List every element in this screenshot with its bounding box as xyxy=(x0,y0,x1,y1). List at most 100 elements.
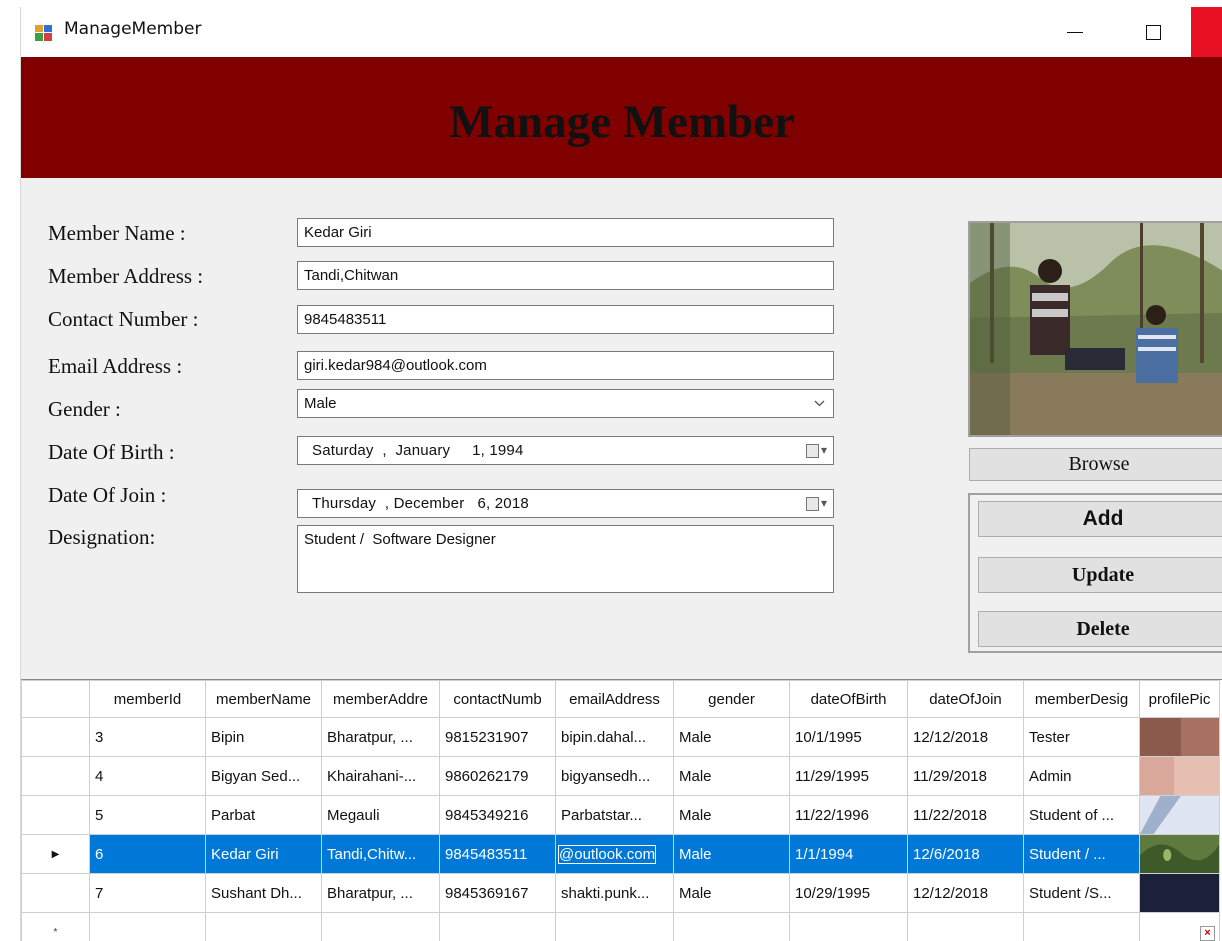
title-bar[interactable]: ManageMember xyxy=(21,7,1222,57)
cell[interactable]: 11/22/2018 xyxy=(907,795,1024,835)
cell[interactable]: Khairahani-... xyxy=(321,756,440,796)
cell[interactable]: Bigyan Sed... xyxy=(205,756,322,796)
cell[interactable]: 9845369167 xyxy=(439,873,556,913)
cell[interactable]: 9860262179 xyxy=(439,756,556,796)
cell[interactable]: × xyxy=(1139,912,1220,941)
cell[interactable]: 12/12/2018 xyxy=(907,873,1024,913)
cell[interactable]: Student /S... xyxy=(1023,873,1140,913)
add-button[interactable]: Add xyxy=(978,501,1222,537)
table-row[interactable]: 7 Sushant Dh... Bharatpur, ... 984536916… xyxy=(21,873,1220,913)
profile-pic-thumbnail[interactable] xyxy=(1139,717,1220,757)
profile-pic-thumbnail[interactable] xyxy=(1139,834,1220,874)
cell[interactable]: bipin.dahal... xyxy=(555,717,674,757)
maximize-button[interactable] xyxy=(1123,7,1183,57)
cell[interactable] xyxy=(439,912,556,941)
column-header[interactable]: profilePic xyxy=(1139,680,1220,718)
cell[interactable] xyxy=(321,912,440,941)
column-header[interactable]: gender xyxy=(673,680,790,718)
cell[interactable]: Student / ... xyxy=(1023,834,1140,874)
column-header[interactable]: dateOfJoin xyxy=(907,680,1024,718)
cell[interactable]: Student of ... xyxy=(1023,795,1140,835)
row-header[interactable] xyxy=(21,873,90,913)
cell[interactable]: Tester xyxy=(1023,717,1140,757)
cell[interactable]: Sushant Dh... xyxy=(205,873,322,913)
update-button[interactable]: Update xyxy=(978,557,1222,593)
calendar-dropdown-icon[interactable]: ▾ xyxy=(805,490,827,517)
cell[interactable]: 9845349216 xyxy=(439,795,556,835)
cell[interactable]: Bipin xyxy=(205,717,322,757)
cell[interactable] xyxy=(1023,912,1140,941)
row-header-corner[interactable] xyxy=(21,680,90,718)
profile-pic-thumbnail[interactable] xyxy=(1139,756,1220,796)
row-header[interactable] xyxy=(21,717,90,757)
profile-pic-thumbnail[interactable] xyxy=(1139,795,1220,835)
close-button[interactable] xyxy=(1191,7,1222,57)
cell[interactable]: 10/29/1995 xyxy=(789,873,908,913)
profile-pic-thumbnail[interactable] xyxy=(1139,873,1220,913)
column-header[interactable]: contactNumb xyxy=(439,680,556,718)
cell[interactable]: Admin xyxy=(1023,756,1140,796)
cell[interactable]: 10/1/1995 xyxy=(789,717,908,757)
row-header[interactable] xyxy=(21,756,90,796)
cell[interactable]: shakti.punk... xyxy=(555,873,674,913)
cell[interactable]: 11/22/1996 xyxy=(789,795,908,835)
column-header[interactable]: memberDesig xyxy=(1023,680,1140,718)
cell[interactable] xyxy=(205,912,322,941)
current-row-indicator[interactable]: ▶ xyxy=(21,834,90,874)
cell[interactable] xyxy=(673,912,790,941)
member-address-input[interactable]: Tandi,Chitwan xyxy=(297,261,834,290)
row-header[interactable] xyxy=(21,795,90,835)
cell[interactable]: 9845483511 xyxy=(439,834,556,874)
cell[interactable]: Bharatpur, ... xyxy=(321,873,440,913)
minimize-button[interactable] xyxy=(1045,7,1105,57)
cell[interactable]: Male xyxy=(673,795,790,835)
cell[interactable]: Male xyxy=(673,873,790,913)
cell[interactable]: 6 xyxy=(89,834,206,874)
cell[interactable]: Male xyxy=(673,756,790,796)
chevron-down-icon[interactable] xyxy=(814,390,825,417)
table-row[interactable]: 5 Parbat Megauli 9845349216 Parbatstar..… xyxy=(21,795,1220,835)
cell[interactable]: Parbatstar... xyxy=(555,795,674,835)
cell[interactable] xyxy=(555,912,674,941)
cell[interactable]: 3 xyxy=(89,717,206,757)
new-row[interactable]: * × xyxy=(21,912,1220,941)
calendar-dropdown-icon[interactable]: ▾ xyxy=(805,437,827,464)
delete-button[interactable]: Delete xyxy=(978,611,1222,647)
new-row-indicator[interactable]: * xyxy=(21,912,90,941)
cell[interactable] xyxy=(89,912,206,941)
cell[interactable]: 12/12/2018 xyxy=(907,717,1024,757)
column-header[interactable]: memberName xyxy=(205,680,322,718)
member-name-input[interactable]: Kedar Giri xyxy=(297,218,834,247)
cell[interactable]: 1/1/1994 xyxy=(789,834,908,874)
cell[interactable]: Bharatpur, ... xyxy=(321,717,440,757)
cell[interactable] xyxy=(907,912,1024,941)
column-header[interactable]: dateOfBirth xyxy=(789,680,908,718)
cell[interactable]: 7 xyxy=(89,873,206,913)
cell[interactable]: 9815231907 xyxy=(439,717,556,757)
email-address-input[interactable]: giri.kedar984@outlook.com xyxy=(297,351,834,380)
column-header[interactable]: emailAddress xyxy=(555,680,674,718)
cell[interactable]: Megauli xyxy=(321,795,440,835)
table-row[interactable]: 3 Bipin Bharatpur, ... 9815231907 bipin.… xyxy=(21,717,1220,757)
table-row[interactable]: 4 Bigyan Sed... Khairahani-... 986026217… xyxy=(21,756,1220,796)
cell[interactable]: Kedar Giri xyxy=(205,834,322,874)
cell[interactable]: Male xyxy=(673,834,790,874)
gender-select[interactable]: Male xyxy=(297,389,834,418)
date-of-join-picker[interactable]: Thursday , December 6, 2018 ▾ xyxy=(297,489,834,518)
cell[interactable]: Tandi,Chitw... xyxy=(321,834,440,874)
cell[interactable]: Male xyxy=(673,717,790,757)
contact-number-input[interactable]: 9845483511 xyxy=(297,305,834,334)
cell-editing[interactable]: @outlook.com xyxy=(555,834,674,874)
cell[interactable] xyxy=(789,912,908,941)
cell[interactable]: 11/29/2018 xyxy=(907,756,1024,796)
table-row-selected[interactable]: ▶ 6 Kedar Giri Tandi,Chitw... 9845483511… xyxy=(21,834,1220,874)
members-data-grid[interactable]: memberId memberName memberAddre contactN… xyxy=(21,679,1222,941)
cell[interactable]: bigyansedh... xyxy=(555,756,674,796)
cell[interactable]: 11/29/1995 xyxy=(789,756,908,796)
cell[interactable]: 4 xyxy=(89,756,206,796)
cell[interactable]: 12/6/2018 xyxy=(907,834,1024,874)
cell-edit-text[interactable]: @outlook.com xyxy=(557,844,657,864)
column-header[interactable]: memberAddre xyxy=(321,680,440,718)
date-of-birth-picker[interactable]: Saturday , January 1, 1994 ▾ xyxy=(297,436,834,465)
column-header[interactable]: memberId xyxy=(89,680,206,718)
